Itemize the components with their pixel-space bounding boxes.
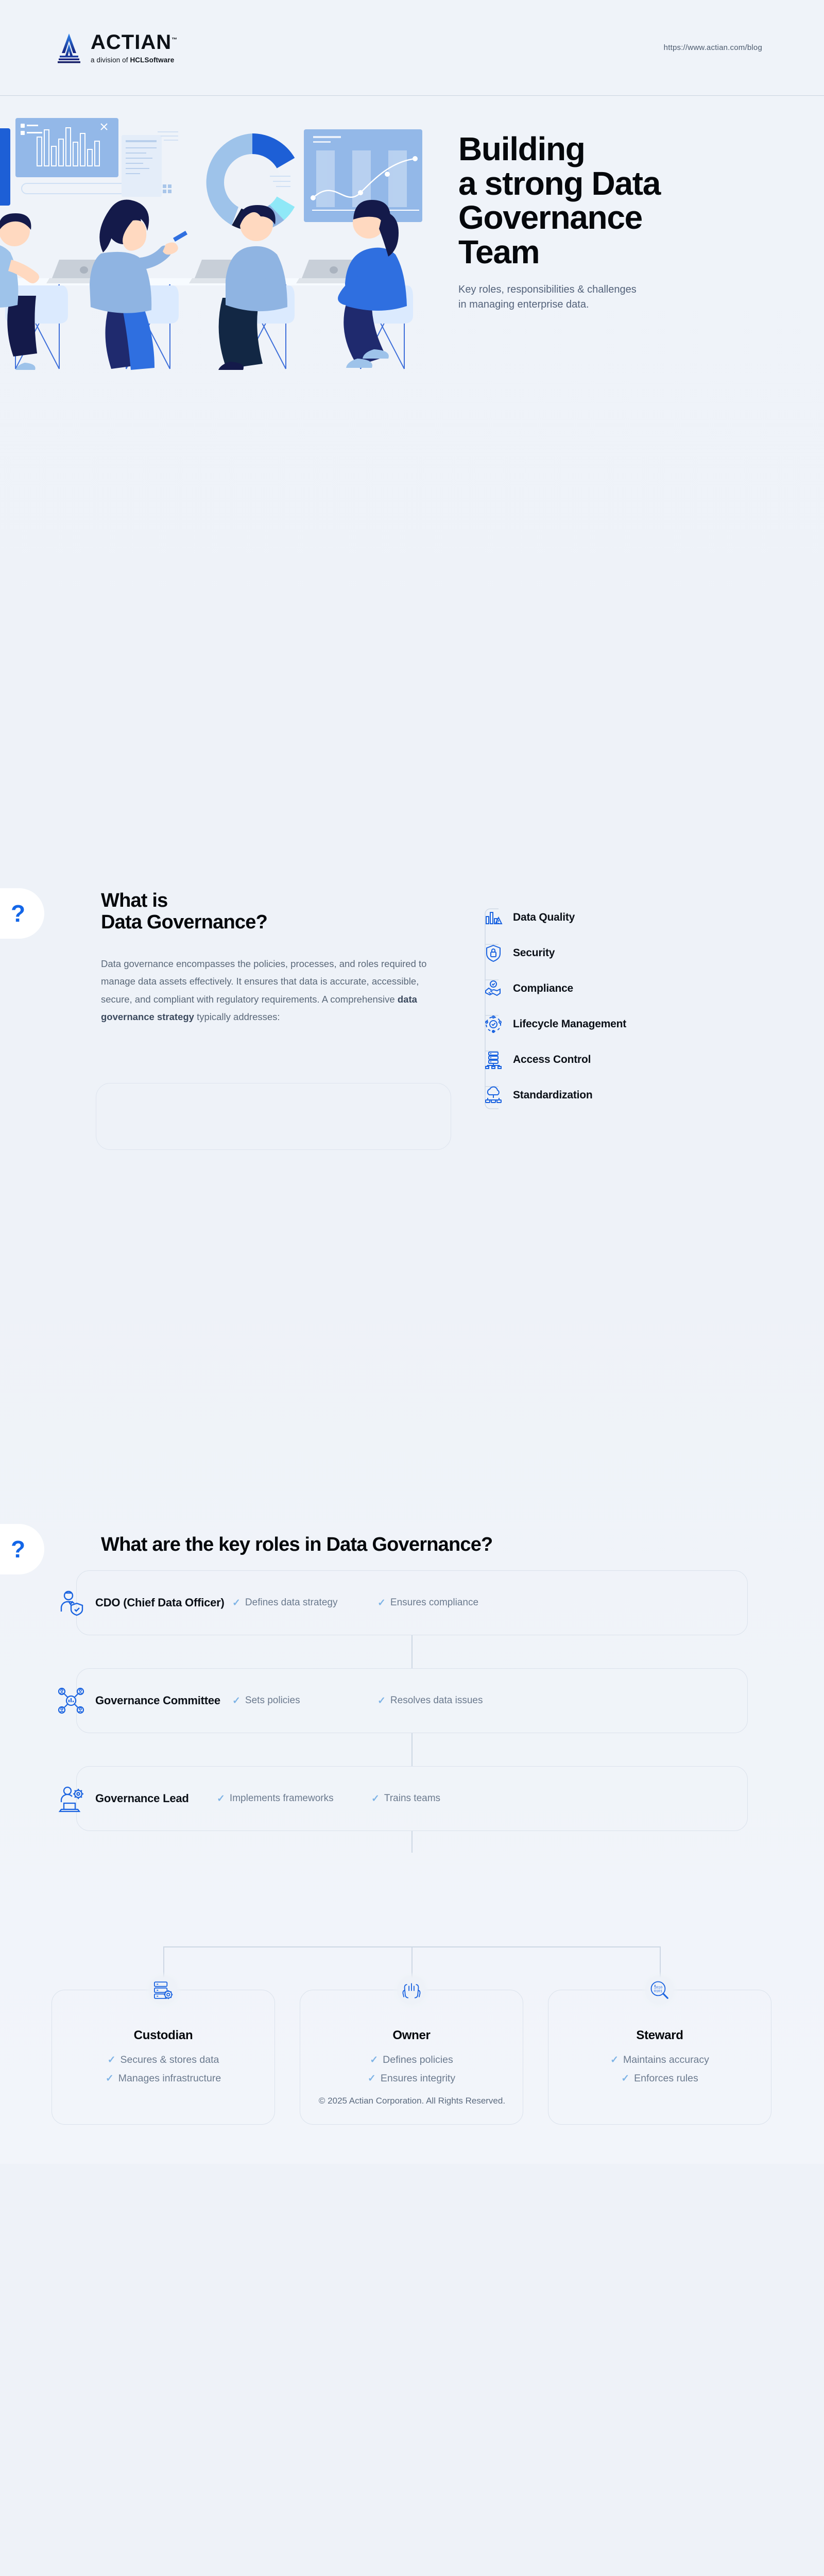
duty-label: Defines policies [383,2054,453,2065]
hero-subtitle: Key roles, responsibilities & challenges… [458,284,637,311]
hands-chart-icon [393,1972,430,2009]
trademark-symbol: ™ [171,37,178,43]
what-is-section: ? What is Data Governance? Data governan… [0,384,824,1150]
best-practices-section: ! Best practices for Data Governance ✓Cl… [0,1641,824,1930]
challenges-section: ? What are the main challenges of Data G… [0,1348,824,1641]
check-icon: ✓ [610,2055,619,2065]
actian-logo-icon [58,33,80,63]
duty-label: Secures & stores data [120,2054,219,2065]
leaf-duties: ✓ Defines policies ✓ Ensures integrity [368,2054,455,2084]
page-footer: © 2025 Actian Corporation. All Rights Re… [0,2081,824,2164]
server-gear-icon [145,1972,182,2009]
leaf-role-name: Custodian [133,2028,193,2042]
brand-text: ACTIAN™ a division of HCLSoftware [91,32,178,64]
hero-copy: Building a strong Data Governance Team K… [458,132,798,312]
page-title: Building a strong Data Governance Team [458,130,661,270]
duty-item: ✓ Maintains accuracy [610,2054,709,2066]
svg-text:0101: 0101 [654,1990,662,1994]
copyright-text: © 2025 Actian Corporation. All Rights Re… [318,2096,506,2106]
blog-url[interactable]: https://www.actian.com/blog [664,43,762,52]
brand-tagline: a division of HCLSoftware [91,56,175,64]
binary-magnifier-icon: 1010 0101 [641,1972,678,2009]
check-icon: ✓ [107,2055,116,2065]
duty-item: ✓ Defines policies [370,2054,453,2066]
duty-item: ✓ Secures & stores data [108,2054,219,2066]
leaf-role-name: Owner [392,2028,431,2042]
leaf-role-name: Steward [636,2028,683,2042]
leaf-duties: ✓ Secures & stores data ✓ Manages infrastr… [106,2054,221,2084]
brand-name: ACTIAN™ [91,30,178,54]
brand-lockup: ACTIAN™ a division of HCLSoftware [56,32,178,64]
hero-section: Building a strong Data Governance Team K… [0,96,824,384]
infographic-page: ACTIAN™ a division of HCLSoftware https:… [0,0,824,2164]
leaf-duties: ✓ Maintains accuracy ✓ Enforces rules [610,2054,709,2084]
team-meeting-dashboards-illustration [0,118,422,370]
check-icon: ✓ [370,2055,379,2065]
page-header: ACTIAN™ a division of HCLSoftware https:… [0,0,824,96]
key-roles-section: ? What are the key roles in Data Governa… [0,709,824,2125]
duty-label: Maintains accuracy [623,2054,709,2065]
